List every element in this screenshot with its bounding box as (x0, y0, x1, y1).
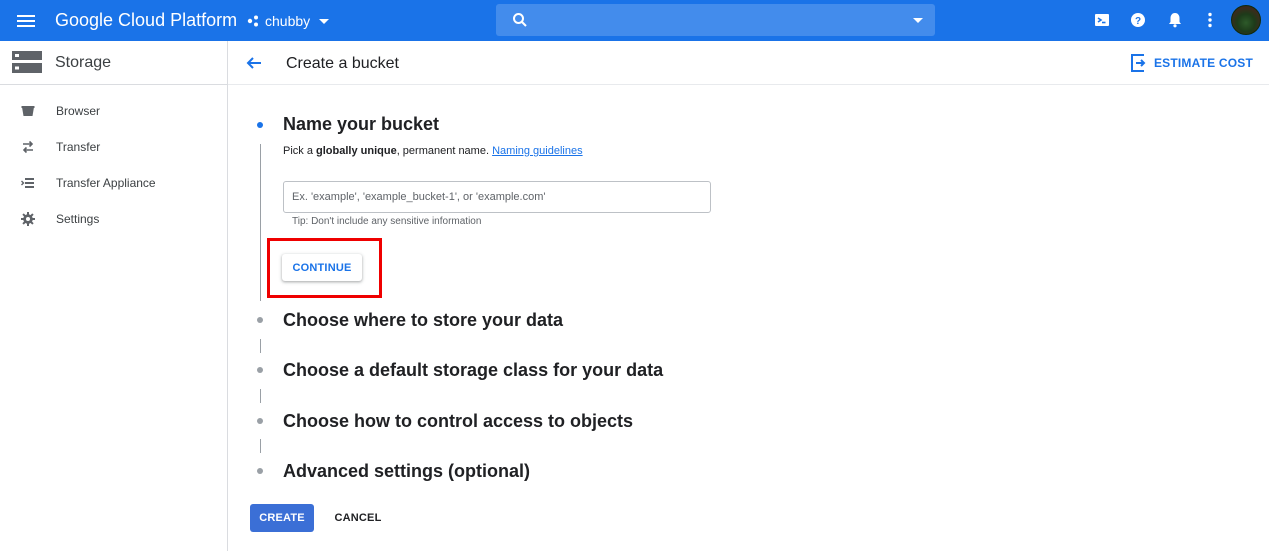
svg-text:?: ? (1135, 16, 1141, 27)
bucket-icon (21, 106, 35, 116)
sidebar-item-label: Settings (56, 212, 100, 226)
cancel-button[interactable]: CANCEL (326, 504, 390, 532)
top-bar: Google Cloud Platform chubby ? (0, 0, 1269, 41)
bucket-name-input[interactable] (283, 181, 711, 213)
step-connector (260, 439, 261, 453)
page-title: Create a bucket (286, 55, 399, 72)
avatar[interactable] (1231, 5, 1261, 35)
create-button[interactable]: CREATE (250, 504, 314, 532)
menu-icon[interactable] (16, 12, 38, 30)
more-vert-icon[interactable] (1200, 10, 1220, 30)
step-indicator (257, 367, 263, 373)
step-title-storage-class[interactable]: Choose a default storage class for your … (283, 360, 663, 381)
back-arrow-icon[interactable] (244, 53, 264, 73)
step-connector (260, 389, 261, 403)
estimate-cost-label: ESTIMATE COST (1153, 56, 1253, 70)
sidebar-item-browser[interactable]: Browser (0, 93, 227, 129)
step-title-location[interactable]: Choose where to store your data (283, 310, 563, 331)
step-title-access-control[interactable]: Choose how to control access to objects (283, 411, 633, 432)
project-selector[interactable]: chubby (247, 9, 330, 33)
page-header: Create a bucket ESTIMATE COST (228, 41, 1269, 85)
sidebar-item-label: Transfer Appliance (56, 176, 156, 190)
storage-icon (12, 51, 42, 73)
sidebar-item-transfer-appliance[interactable]: Transfer Appliance (0, 165, 227, 201)
sidebar-item-transfer[interactable]: Transfer (0, 129, 227, 165)
sidebar-header: Storage (0, 41, 227, 85)
estimate-cost-icon (1130, 54, 1146, 72)
project-icon (247, 15, 258, 27)
help-icon[interactable]: ? (1128, 10, 1148, 30)
step-indicator (257, 468, 263, 474)
step-connector (260, 144, 261, 301)
step-indicator (257, 317, 263, 323)
search-input[interactable] (540, 10, 900, 30)
transfer-appliance-icon (21, 178, 34, 188)
step-indicator (257, 418, 263, 424)
chevron-down-icon (319, 18, 330, 24)
step-description: Pick a globally unique, permanent name. … (283, 145, 583, 157)
cloud-shell-icon[interactable] (1092, 10, 1112, 30)
sidebar-item-label: Browser (56, 104, 101, 118)
sidebar-title: Storage (55, 54, 112, 71)
search-icon (513, 13, 527, 27)
notifications-icon[interactable] (1165, 10, 1185, 30)
sidebar-item-label: Transfer (56, 140, 101, 154)
sidebar: Storage Browser Transfer Transfer Applia… (0, 41, 228, 551)
estimate-cost-button[interactable]: ESTIMATE COST (1130, 53, 1253, 73)
step-title-name-bucket[interactable]: Name your bucket (283, 114, 439, 135)
step-title-advanced-settings[interactable]: Advanced settings (optional) (283, 461, 530, 482)
gear-icon (21, 212, 35, 226)
continue-button[interactable]: CONTINUE (282, 254, 362, 281)
step-indicator-active (257, 122, 263, 128)
brand-title[interactable]: Google Cloud Platform (55, 10, 237, 31)
sidebar-item-settings[interactable]: Settings (0, 201, 227, 237)
step-connector (260, 339, 261, 353)
transfer-icon (22, 140, 34, 154)
search-bar[interactable] (496, 4, 935, 36)
input-tip: Tip: Don't include any sensitive informa… (292, 216, 482, 227)
search-dropdown-icon[interactable] (913, 18, 923, 23)
project-name: chubby (265, 13, 311, 29)
naming-guidelines-link[interactable]: Naming guidelines (492, 145, 583, 157)
